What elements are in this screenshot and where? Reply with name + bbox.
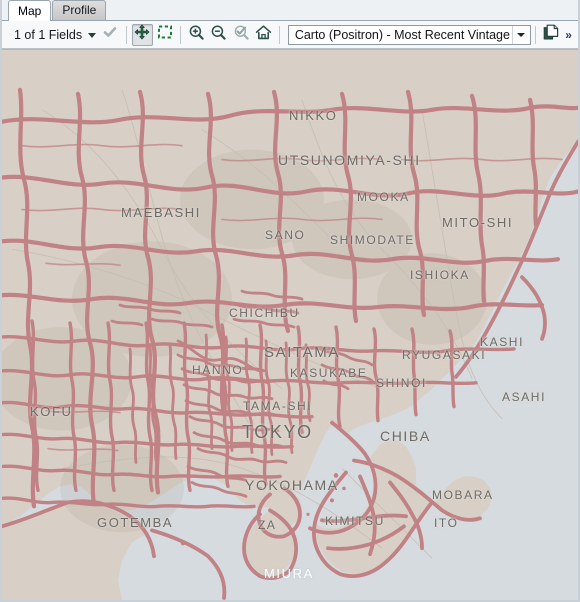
map-panel-window: Map Profile 1 of 1 Fields Carto (Positro… xyxy=(0,0,580,602)
copy-button[interactable] xyxy=(541,24,561,46)
map-toolbar: 1 of 1 Fields Carto (Positron) - Most Re… xyxy=(2,21,578,49)
tab-strip: Map Profile xyxy=(2,0,578,21)
select-rectangle-button[interactable] xyxy=(155,24,175,46)
zoom-in-button[interactable] xyxy=(186,24,206,46)
full-extent-button[interactable] xyxy=(253,24,273,46)
select-features-button[interactable] xyxy=(231,24,251,46)
chevron-down-icon xyxy=(517,32,526,37)
basemap-select-arrow[interactable] xyxy=(511,25,530,44)
basemap-select[interactable]: Carto (Positron) - Most Recent Vintage xyxy=(287,24,531,45)
toolbar-overflow-button[interactable]: » xyxy=(562,28,576,42)
map-graphic xyxy=(2,50,578,600)
toolbar-separator-4 xyxy=(534,25,536,44)
tab-map[interactable]: Map xyxy=(8,0,52,21)
fields-selector-label[interactable]: 1 of 1 Fields xyxy=(4,28,86,42)
zoom-out-button[interactable] xyxy=(208,24,228,46)
toolbar-separator-3 xyxy=(278,25,280,44)
pan-tool-button[interactable] xyxy=(132,23,153,46)
pan-arrows-icon xyxy=(134,24,150,45)
tab-profile-label: Profile xyxy=(62,3,97,17)
magnifier-plus-icon xyxy=(188,24,205,46)
magnifier-minus-icon xyxy=(210,24,227,46)
apply-check-icon[interactable] xyxy=(102,24,118,45)
copy-pages-icon xyxy=(542,23,560,46)
dashed-rectangle-icon xyxy=(157,24,173,45)
toolbar-separator-2 xyxy=(180,25,181,44)
tab-map-label: Map xyxy=(18,4,42,18)
home-icon xyxy=(255,24,272,46)
map-layers xyxy=(2,50,578,600)
map-canvas[interactable]: NIKKO UTSUNOMIYA-SHI MOOKA MAEBASHI MITO-SHI… xyxy=(2,49,578,600)
magnifier-check-icon xyxy=(233,24,250,46)
toolbar-separator-1 xyxy=(126,25,128,44)
basemap-select-value: Carto (Positron) - Most Recent Vintage xyxy=(294,27,510,42)
chevron-down-icon[interactable] xyxy=(88,33,97,38)
tab-profile[interactable]: Profile xyxy=(52,0,107,20)
